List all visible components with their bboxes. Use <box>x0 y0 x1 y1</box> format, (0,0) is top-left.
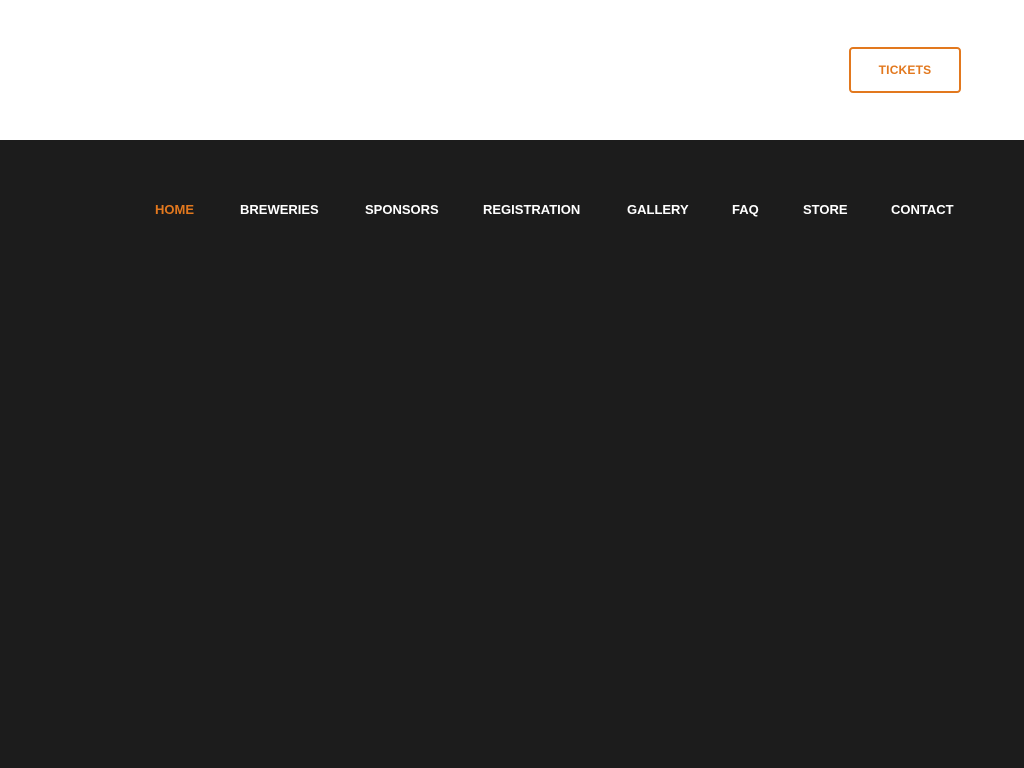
nav-item-home[interactable]: HOME <box>155 200 194 220</box>
nav-item-sponsors[interactable]: SPONSORS <box>365 200 439 220</box>
nav-item-contact[interactable]: CONTACT <box>891 200 954 220</box>
nav-item-gallery[interactable]: GALLERY <box>627 200 689 220</box>
tickets-button[interactable]: TICKETS <box>849 47 961 93</box>
main-content-area <box>0 140 1024 768</box>
page: TICKETS HOME BREWERIES SPONSORS REGISTRA… <box>0 0 1024 768</box>
nav-item-store[interactable]: STORE <box>803 200 848 220</box>
top-header: TICKETS <box>0 0 1024 140</box>
nav-item-faq[interactable]: FAQ <box>732 200 759 220</box>
nav-item-breweries[interactable]: BREWERIES <box>240 200 319 220</box>
nav-item-registration[interactable]: REGISTRATION <box>483 200 580 220</box>
